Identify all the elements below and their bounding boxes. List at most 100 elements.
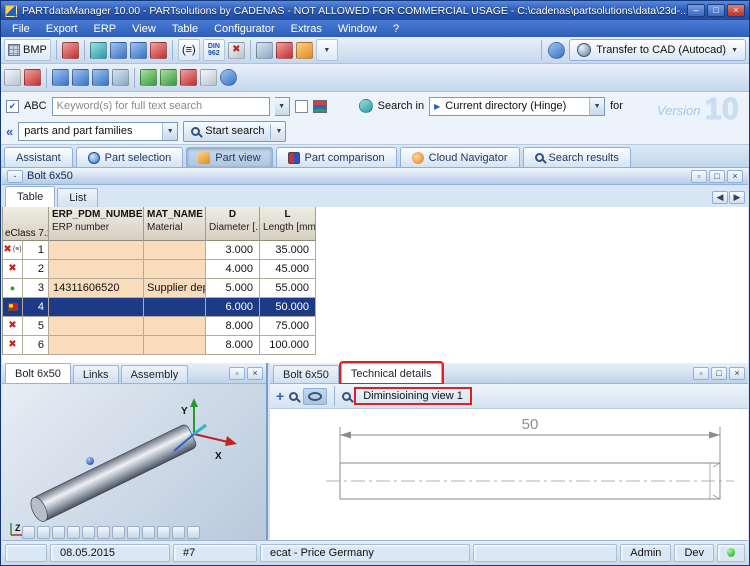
menu-help[interactable]: ? — [385, 22, 407, 36]
tab-links[interactable]: Links — [73, 365, 119, 383]
search-history-dropdown[interactable]: ▼ — [275, 97, 290, 116]
float-details-button[interactable]: ▫ — [693, 367, 709, 380]
tab-assembly[interactable]: Assembly — [121, 365, 189, 383]
menu-file[interactable]: File — [4, 22, 38, 36]
pan-icon[interactable]: + — [276, 389, 284, 403]
cell-length[interactable]: 50.000 — [260, 298, 316, 317]
fit-view-icon[interactable] — [22, 526, 35, 539]
iso-view-icon[interactable] — [142, 526, 155, 539]
close-preview-button[interactable]: × — [247, 367, 263, 380]
maximize-button[interactable]: □ — [707, 4, 725, 17]
menu-list-button[interactable]: (≡) — [178, 39, 200, 61]
compare-columns-icon[interactable] — [150, 42, 167, 59]
dimensioning-view-selector[interactable]: Diminsioining view 1 — [356, 389, 470, 403]
table-row-selected[interactable]: 4 6.000 50.000 — [3, 298, 316, 317]
transfer-to-cad-button[interactable]: Transfer to CAD (Autocad) ▼ — [569, 39, 746, 61]
collapse-search-button[interactable]: « — [6, 124, 13, 139]
cell-length[interactable]: 75.000 — [260, 317, 316, 336]
table-accept-icon[interactable] — [140, 69, 157, 86]
minimize-button[interactable]: – — [687, 4, 705, 17]
tab-list[interactable]: List — [57, 188, 98, 207]
zoom-in-icon[interactable] — [37, 526, 50, 539]
viewer-settings-icon[interactable] — [187, 526, 200, 539]
delete-column-icon[interactable] — [130, 42, 147, 59]
zoom-window-icon[interactable] — [289, 392, 298, 401]
tab-search-results[interactable]: Search results — [523, 147, 631, 167]
menu-extras[interactable]: Extras — [283, 22, 330, 36]
search-scope-combo[interactable]: ▶ Current directory (Hinge) ▼ — [429, 97, 605, 116]
cell-erp[interactable] — [49, 298, 144, 317]
wrench-icon[interactable] — [24, 69, 41, 86]
tab-cloud-navigator[interactable]: Cloud Navigator — [400, 147, 520, 167]
cell-erp[interactable] — [49, 241, 144, 260]
export-bmp-button[interactable]: BMP — [4, 39, 51, 61]
top-view-icon[interactable] — [112, 526, 125, 539]
sphere-icon[interactable] — [220, 69, 237, 86]
cell-length[interactable]: 45.000 — [260, 260, 316, 279]
menu-view[interactable]: View — [124, 22, 164, 36]
table-filter-icon[interactable] — [276, 42, 293, 59]
menu-table[interactable]: Table — [164, 22, 206, 36]
table-row[interactable]: ✖(≡) 1 3.000 35.000 — [3, 241, 316, 260]
close-button[interactable]: × — [727, 4, 745, 17]
table-icon[interactable] — [200, 69, 217, 86]
remove-table-icon[interactable]: ✖ — [228, 42, 245, 59]
tab-part-selection[interactable]: Part selection — [76, 147, 184, 167]
close-panel-button[interactable]: × — [727, 170, 743, 183]
catalogs-icon[interactable] — [313, 100, 327, 113]
cell-material[interactable] — [144, 336, 206, 355]
cell-length[interactable]: 35.000 — [260, 241, 316, 260]
menu-erp[interactable]: ERP — [86, 22, 125, 36]
scroll-right-button[interactable]: ▶ — [729, 191, 745, 204]
shaded-view-icon[interactable] — [157, 526, 170, 539]
column-header-diameter[interactable]: DDiameter [... — [206, 207, 260, 241]
import-part-icon[interactable] — [62, 42, 79, 59]
more-tools-dropdown[interactable]: ▼ — [316, 39, 338, 61]
column-header-material[interactable]: MAT_NAMEMaterial — [144, 207, 206, 241]
start-search-dropdown[interactable]: ▼ — [276, 128, 283, 135]
cad-sphere-icon[interactable] — [548, 42, 565, 59]
table-accept-all-icon[interactable] — [160, 69, 177, 86]
front-view-icon[interactable] — [97, 526, 110, 539]
cell-diameter[interactable]: 6.000 — [206, 298, 260, 317]
target-dropdown[interactable]: ▼ — [162, 123, 177, 140]
tab-part-comparison[interactable]: Part comparison — [276, 147, 397, 167]
maximize-panel-button[interactable]: □ — [709, 170, 725, 183]
search-input[interactable] — [52, 97, 270, 116]
pan-view-icon[interactable] — [82, 526, 95, 539]
fulltext-checkbox[interactable]: ✔ — [6, 100, 19, 113]
catalog-checkbox[interactable] — [295, 100, 308, 113]
new-window-icon[interactable] — [52, 69, 69, 86]
table-reject-icon[interactable] — [180, 69, 197, 86]
wireframe-view-icon[interactable] — [172, 526, 185, 539]
cell-diameter[interactable]: 4.000 — [206, 260, 260, 279]
delete-icon[interactable] — [72, 69, 89, 86]
float-panel-button[interactable]: ▫ — [691, 170, 707, 183]
cell-material[interactable] — [144, 241, 206, 260]
cell-length[interactable]: 55.000 — [260, 279, 316, 298]
tab-part-view[interactable]: Part view — [186, 147, 272, 167]
close-details-button[interactable]: × — [729, 367, 745, 380]
cell-material[interactable] — [144, 317, 206, 336]
part-3d-icon[interactable] — [256, 42, 273, 59]
din-962-button[interactable]: DIN962 — [203, 39, 225, 61]
cell-material[interactable] — [144, 260, 206, 279]
frame-icon[interactable] — [112, 69, 129, 86]
rotate-view-icon[interactable] — [67, 526, 80, 539]
menu-export[interactable]: Export — [38, 22, 86, 36]
table-row[interactable]: ✖ 5 8.000 75.000 — [3, 317, 316, 336]
cell-diameter[interactable]: 8.000 — [206, 317, 260, 336]
maximize-details-button[interactable]: □ — [711, 367, 727, 380]
cell-length[interactable]: 100.000 — [260, 336, 316, 355]
tab-technical-details[interactable]: Technical details — [341, 363, 442, 383]
cell-erp[interactable] — [49, 317, 144, 336]
column-header-length[interactable]: LLength [mm] — [260, 207, 316, 241]
column-header-erp[interactable]: ERP_PDM_NUMBERERP number — [49, 207, 144, 241]
cell-erp[interactable]: 14311606520 — [49, 279, 144, 298]
float-preview-button[interactable]: ▫ — [229, 367, 245, 380]
start-search-button[interactable]: Start search ▼ — [183, 121, 286, 142]
search-target-combo[interactable]: parts and part families ▼ — [18, 122, 178, 141]
tab-assistant[interactable]: Assistant — [4, 147, 73, 167]
table-row[interactable]: ✖ 2 4.000 45.000 — [3, 260, 316, 279]
scope-dropdown[interactable]: ▼ — [589, 98, 604, 115]
